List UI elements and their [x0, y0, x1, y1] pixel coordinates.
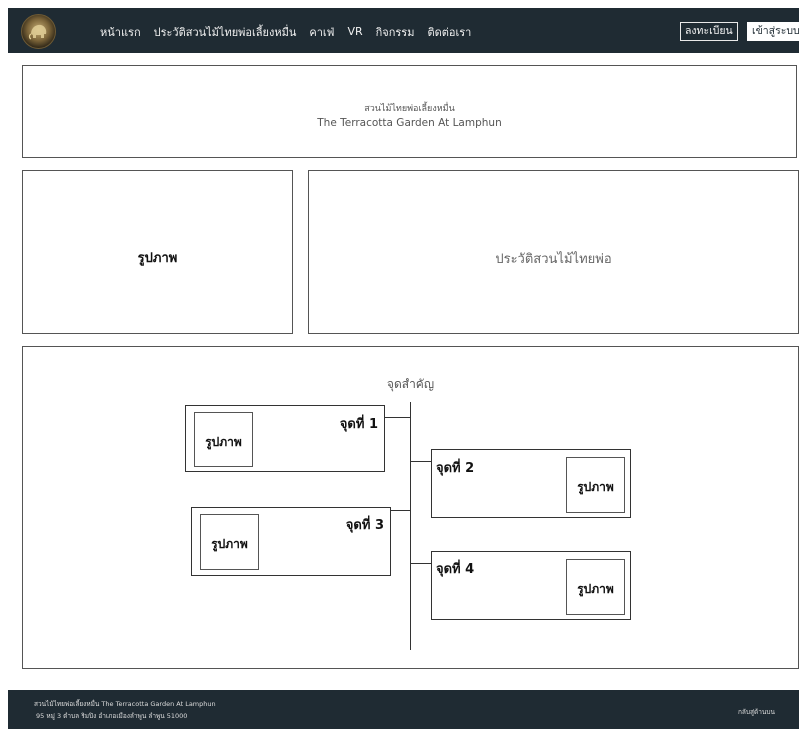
nav-home[interactable]: หน้าแรก — [100, 21, 141, 41]
nav-vr[interactable]: VR — [347, 23, 362, 38]
spot-1-label: จุดที่ 1 — [339, 417, 378, 432]
hero-banner: สวนไม้ไทยพ่อเลี้ยงหมื่น The Terracotta G… — [22, 65, 797, 158]
footer-name: สวนไม้ไทยพ่อเลี้ยงหมื่น The Terracotta G… — [34, 700, 216, 708]
spot-2-connector — [410, 461, 432, 462]
logo-icon[interactable] — [21, 14, 56, 49]
image-placeholder: รูปภาพ — [22, 170, 293, 334]
spot-2-image-label: รูปภาพ — [577, 480, 614, 494]
spot-1-image-label: รูปภาพ — [205, 435, 242, 449]
spot-2-label: จุดที่ 2 — [436, 461, 475, 476]
spot-4-card[interactable]: จุดที่ 4 รูปภาพ — [431, 551, 631, 620]
history-panel: ประวัติสวนไม้ไทยพ่อ — [308, 170, 799, 334]
spot-3-connector — [391, 510, 410, 511]
image-placeholder-label: รูปภาพ — [137, 251, 178, 266]
spot-4-image-label: รูปภาพ — [577, 582, 614, 596]
spot-1-card[interactable]: จุดที่ 1 รูปภาพ — [185, 405, 385, 472]
nav-links: หน้าแรก ประวัติสวนไม้ไทยพ่อเลี้ยงหมื่น ค… — [100, 8, 484, 53]
site-footer: สวนไม้ไทยพ่อเลี้ยงหมื่น The Terracotta G… — [8, 690, 799, 729]
spot-3-image-label: รูปภาพ — [211, 537, 248, 551]
spot-2-card[interactable]: จุดที่ 2 รูปภาพ — [431, 449, 631, 518]
spot-2-image: รูปภาพ — [566, 457, 625, 513]
nav-history[interactable]: ประวัติสวนไม้ไทยพ่อเลี้ยงหมื่น — [154, 21, 297, 41]
spot-4-connector — [410, 563, 432, 564]
nav-cafe[interactable]: คาเฟ่ — [309, 21, 334, 41]
register-button[interactable]: ลงทะเบียน — [680, 22, 738, 41]
spot-3-label: จุดที่ 3 — [345, 518, 384, 533]
banner-title-english: The Terracotta Garden At Lamphun — [317, 117, 502, 129]
spot-3-card[interactable]: จุดที่ 3 รูปภาพ — [191, 507, 391, 576]
spot-4-label: จุดที่ 4 — [436, 562, 475, 577]
spot-1-connector — [384, 417, 410, 418]
highlights-section: จุดสำคัญ จุดที่ 1 รูปภาพ จุดที่ 2 รูปภาพ… — [22, 346, 799, 669]
top-navbar: หน้าแรก ประวัติสวนไม้ไทยพ่อเลี้ยงหมื่น ค… — [8, 8, 799, 53]
spot-1-image: รูปภาพ — [194, 412, 253, 467]
footer-address: 95 หมู่ 3 ตำบล ริมปิง อำเภอเมืองลำพูน ลำ… — [36, 712, 188, 720]
highlights-title: จุดสำคัญ — [386, 377, 435, 391]
spot-4-image: รูปภาพ — [566, 559, 625, 615]
nav-activities[interactable]: กิจกรรม — [376, 21, 415, 41]
timeline-line — [410, 402, 411, 650]
banner-title-thai: สวนไม้ไทยพ่อเลี้ยงหมื่น — [364, 104, 455, 114]
back-to-top-link[interactable]: กลับสู่ด้านบน — [738, 707, 775, 717]
spot-3-image: รูปภาพ — [200, 514, 259, 570]
nav-contact[interactable]: ติดต่อเรา — [427, 21, 471, 41]
elephant-emblem-icon — [28, 24, 47, 40]
login-button[interactable]: เข้าสู่ระบบ — [747, 22, 799, 41]
history-panel-label: ประวัติสวนไม้ไทยพ่อ — [495, 252, 612, 267]
